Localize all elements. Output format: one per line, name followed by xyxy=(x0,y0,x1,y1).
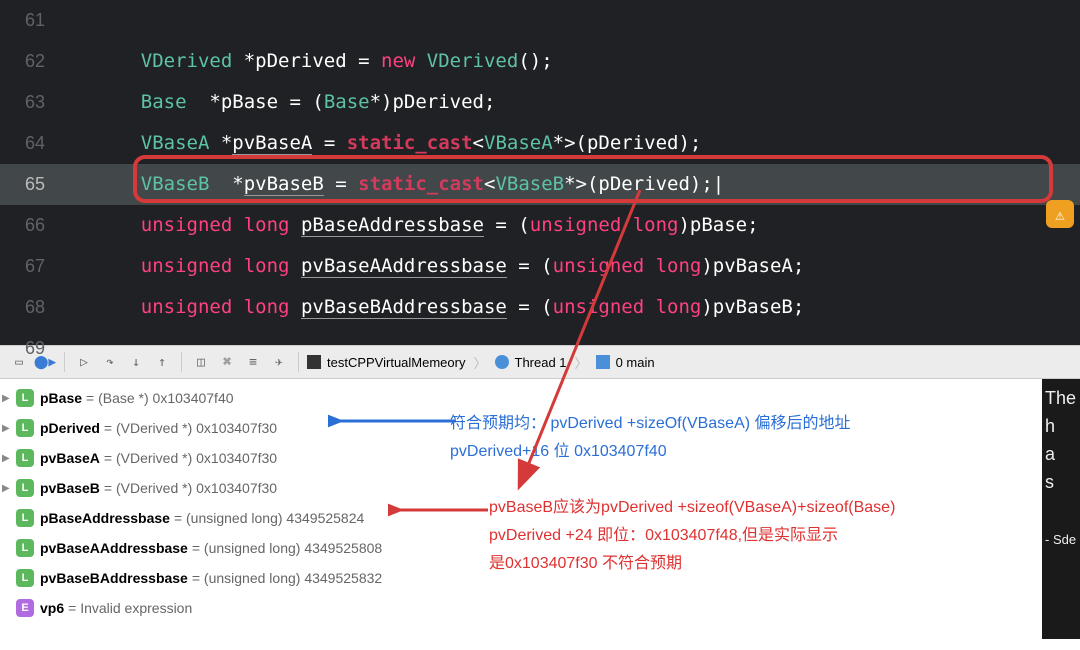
code-line[interactable]: 61 xyxy=(0,0,1080,41)
highlight-box xyxy=(133,155,1053,203)
variable-name: pBaseAddressbase xyxy=(40,510,170,526)
local-badge-icon: L xyxy=(16,539,34,557)
gutter-number: 66 xyxy=(0,205,95,246)
variable-value: = (Base *) 0x103407f40 xyxy=(86,390,234,406)
variable-name: pvBaseBAddressbase xyxy=(40,570,188,586)
code-content xyxy=(95,0,1080,41)
variable-value: = Invalid expression xyxy=(68,600,192,616)
variable-value: = (unsigned long) 4349525832 xyxy=(192,570,382,586)
variable-name: pDerived xyxy=(40,420,100,436)
variable-name: pvBaseAAddressbase xyxy=(40,540,188,556)
variable-value: = (VDerived *) 0x103407f30 xyxy=(104,480,277,496)
code-content: unsigned long pvBaseBAddressbase = (unsi… xyxy=(95,287,1080,328)
gutter-69: 69 xyxy=(0,328,95,369)
variable-row[interactable]: Evp6 = Invalid expression xyxy=(0,593,1080,623)
gutter-number: 65 xyxy=(0,164,95,205)
gutter-number: 68 xyxy=(0,287,95,328)
variable-name: vp6 xyxy=(40,600,64,616)
local-badge-icon: L xyxy=(16,479,34,497)
variable-name: pvBaseB xyxy=(40,480,100,496)
disclosure-icon[interactable]: ▶ xyxy=(2,423,16,434)
variable-name: pvBaseA xyxy=(40,450,100,466)
variable-value: = (unsigned long) 4349525824 xyxy=(174,510,364,526)
code-content: Base *pBase = (Base*)pDerived; xyxy=(95,82,1080,123)
code-line[interactable]: 68 unsigned long pvBaseBAddressbase = (u… xyxy=(0,287,1080,328)
annotation-red-3: 是0x103407f30 不符合预期 xyxy=(489,549,682,573)
variable-value: = (VDerived *) 0x103407f30 xyxy=(104,450,277,466)
annotation-red-1: pvBaseB应该为pvDerived +sizeof(VBaseA)+size… xyxy=(489,493,895,517)
annotation-blue-2: pvDerived+16 位 0x103407f40 xyxy=(450,437,667,461)
disclosure-icon[interactable]: ▶ xyxy=(2,393,16,404)
code-line[interactable]: 67 unsigned long pvBaseAAddressbase = (u… xyxy=(0,246,1080,287)
variable-name: pBase xyxy=(40,390,82,406)
annotation-blue-1: 符合预期均： pvDerived +sizeOf(VBaseA) 偏移后的地址 xyxy=(450,409,851,433)
disclosure-icon[interactable]: ▶ xyxy=(2,483,16,494)
code-content: unsigned long pBaseAddressbase = (unsign… xyxy=(95,205,1080,246)
disclosure-icon[interactable]: ▶ xyxy=(2,453,16,464)
variables-panel[interactable]: ▶LpBase = (Base *) 0x103407f40▶LpDerived… xyxy=(0,379,1080,650)
gutter-number: 62 xyxy=(0,41,95,82)
side-editor-snippet: The h a s - Sde xyxy=(1042,379,1080,639)
gutter-number: 64 xyxy=(0,123,95,164)
local-badge-icon: L xyxy=(16,509,34,527)
local-badge-icon: L xyxy=(16,569,34,587)
code-line[interactable]: 66 unsigned long pBaseAddressbase = (uns… xyxy=(0,205,1080,246)
local-badge-icon: L xyxy=(16,389,34,407)
code-content: unsigned long pvBaseAAddressbase = (unsi… xyxy=(95,246,1080,287)
code-content: VDerived *pDerived = new VDerived(); xyxy=(95,41,1080,82)
code-line[interactable]: 63 Base *pBase = (Base*)pDerived; xyxy=(0,82,1080,123)
local-badge-icon: L xyxy=(16,419,34,437)
code-editor[interactable]: 61 62 VDerived *pDerived = new VDerived(… xyxy=(0,0,1080,345)
warning-icon[interactable]: ⚠ xyxy=(1046,200,1074,228)
local-badge-icon: L xyxy=(16,449,34,467)
variable-value: = (unsigned long) 4349525808 xyxy=(192,540,382,556)
gutter-number: 63 xyxy=(0,82,95,123)
code-line[interactable]: 62 VDerived *pDerived = new VDerived(); xyxy=(0,41,1080,82)
annotation-red-2: pvDerived +24 即位：0x103407f48,但是实际显示 xyxy=(489,521,838,545)
error-badge-icon: E xyxy=(16,599,34,617)
gutter-number: 61 xyxy=(0,0,95,41)
gutter-number: 67 xyxy=(0,246,95,287)
variable-value: = (VDerived *) 0x103407f30 xyxy=(104,420,277,436)
